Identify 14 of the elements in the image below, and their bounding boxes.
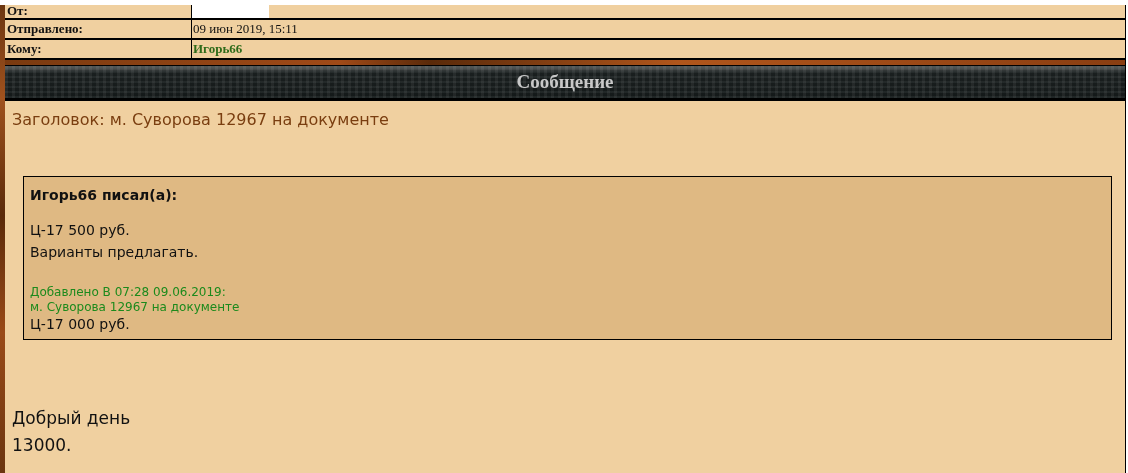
recipient-link[interactable]: Игорь66 <box>192 40 243 58</box>
field-label: Отправлено: <box>5 20 192 38</box>
message-text: 13000. <box>12 434 73 457</box>
added-note: Добавлено В 07:28 09.06.2019: <box>30 285 227 300</box>
quote-text: Ц-17 000 руб. <box>30 315 131 333</box>
message-subject: Заголовок: м. Суворова 12967 на документе <box>12 109 390 131</box>
quote-text: Варианты предлагать. <box>30 243 200 262</box>
field-label: Кому: <box>5 40 192 58</box>
field-value: 09 июн 2019, 15:11 <box>192 20 298 38</box>
added-note: м. Суворова 12967 на документе <box>30 300 241 315</box>
quote-author: Игорь66 писал(а): <box>30 187 179 203</box>
section-title: Сообщение <box>516 71 614 93</box>
message-text: Добрый день <box>12 407 132 430</box>
quote-text: Ц-17 500 руб. <box>30 221 131 240</box>
